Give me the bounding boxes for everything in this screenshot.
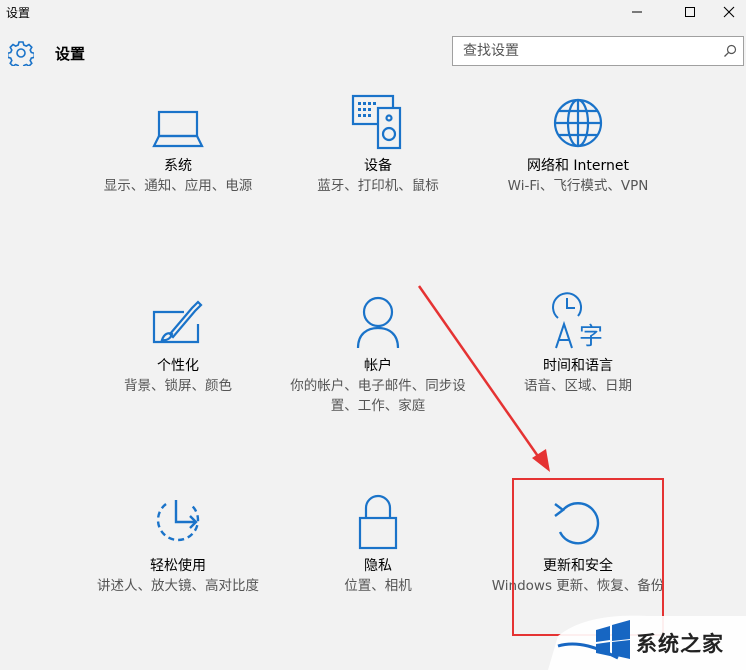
watermark-text: 系统之家 xyxy=(636,632,724,656)
watermark: 系统之家 xyxy=(548,606,746,670)
annotation-arrow xyxy=(417,285,550,472)
